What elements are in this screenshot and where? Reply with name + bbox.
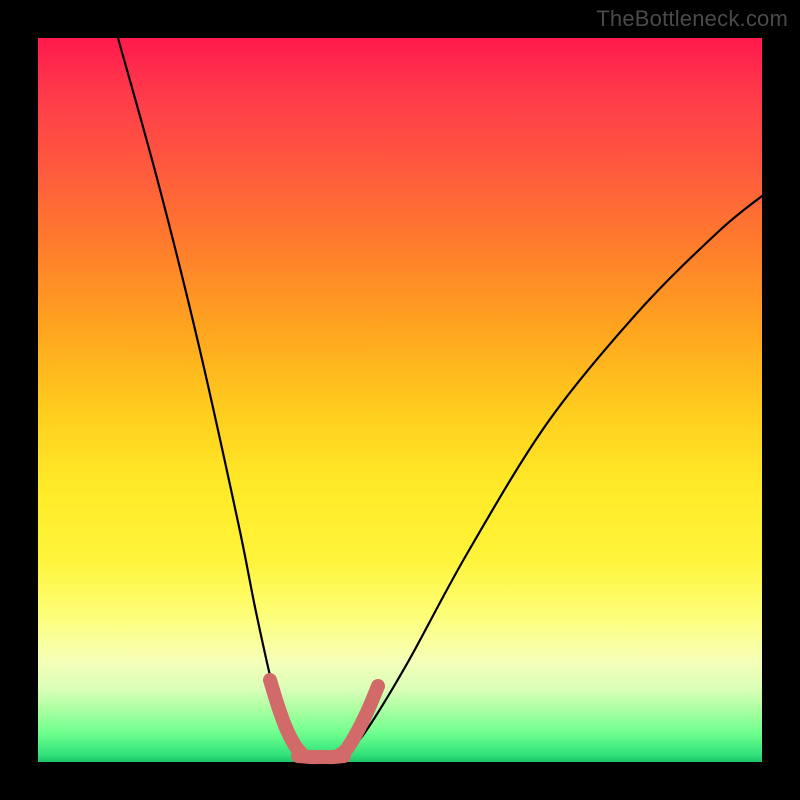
- plot-area: [38, 38, 762, 762]
- chart-frame: TheBottleneck.com: [0, 0, 800, 800]
- watermark-text: TheBottleneck.com: [596, 6, 788, 32]
- curve-layer: [38, 38, 762, 762]
- series-bottom-overlay-left: [270, 680, 304, 756]
- series-left-curve: [118, 38, 302, 756]
- series-right-curve: [340, 196, 762, 756]
